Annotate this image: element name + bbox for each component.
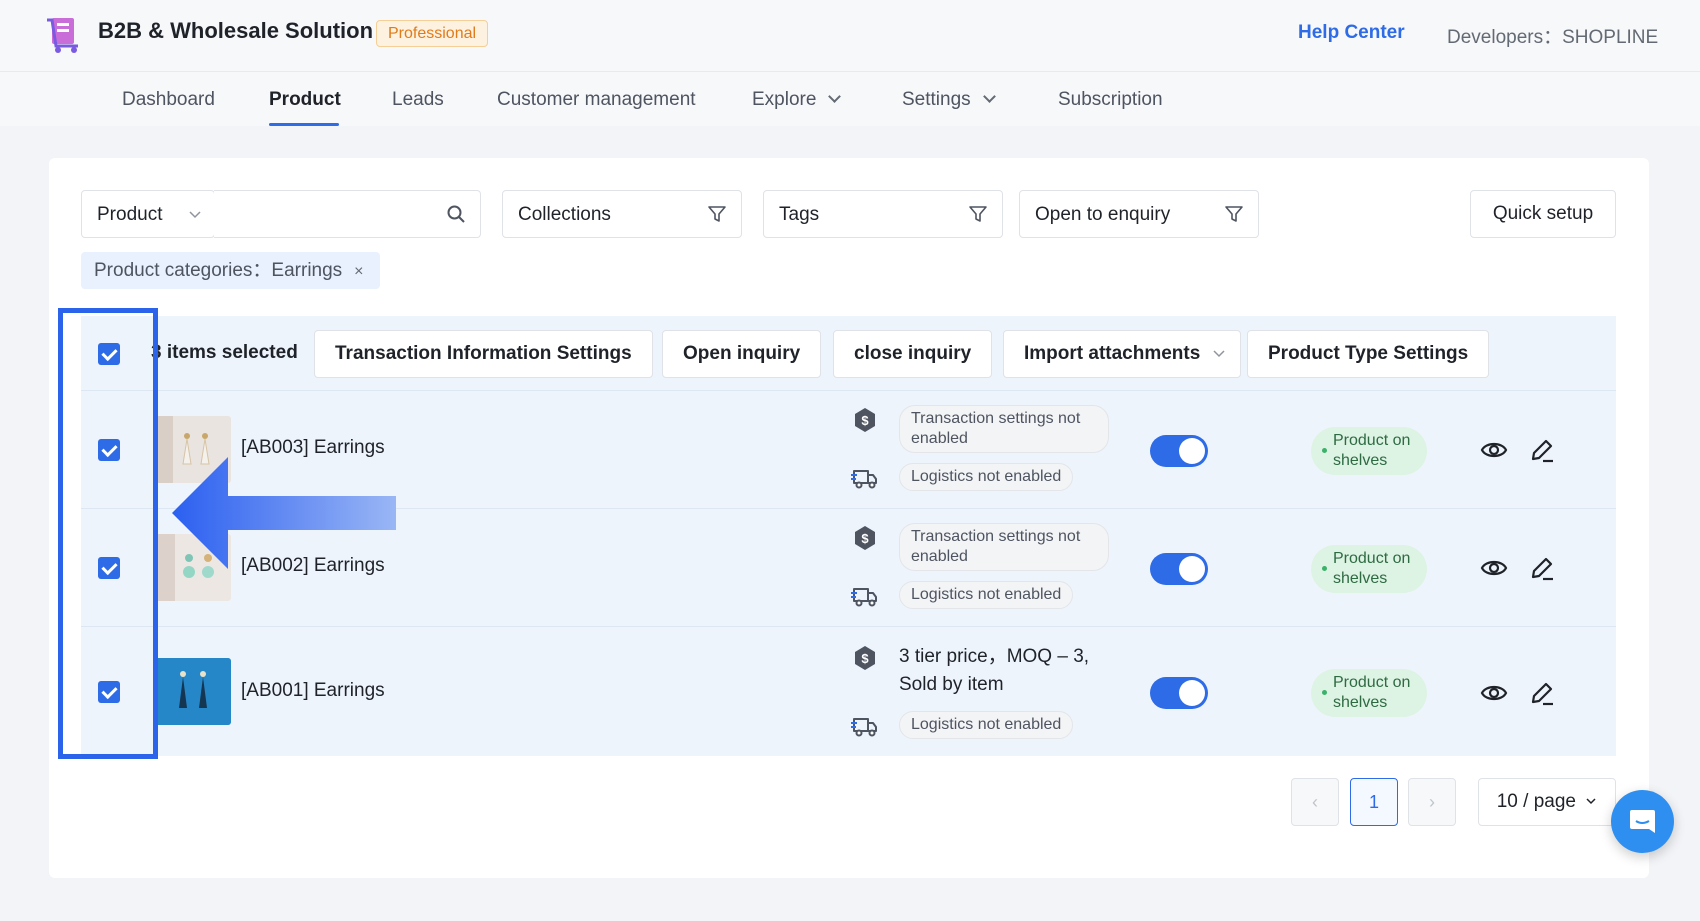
plan-badge: Professional (376, 20, 489, 47)
chat-support-button[interactable] (1611, 790, 1674, 853)
nav-subscription[interactable]: Subscription (1058, 89, 1163, 111)
eye-icon[interactable] (1480, 679, 1508, 707)
nav-product[interactable]: Product (269, 89, 341, 111)
nav-leads[interactable]: Leads (392, 89, 444, 111)
svg-text:$: $ (861, 413, 869, 428)
eye-icon[interactable] (1480, 436, 1508, 464)
transaction-info-settings-button[interactable]: Transaction Information Settings (314, 330, 653, 378)
chevron-down-icon (982, 90, 996, 103)
nav-dashboard[interactable]: Dashboard (122, 89, 215, 111)
nav-explore[interactable]: Explore (752, 89, 842, 111)
search-field[interactable] (214, 190, 481, 238)
inquiry-toggle[interactable] (1150, 435, 1208, 467)
nav-explore-label: Explore (752, 89, 817, 110)
transaction-info-line: 3 tier price，MOQ – 3, (899, 646, 1090, 667)
quick-setup-button[interactable]: Quick setup (1470, 190, 1616, 238)
collections-filter[interactable]: Collections (502, 190, 742, 238)
open-inquiry-button[interactable]: Open inquiry (662, 330, 822, 378)
import-attachments-label: Import attachments (1024, 343, 1201, 364)
next-page-button[interactable]: › (1408, 778, 1456, 826)
tags-filter[interactable]: Tags (763, 190, 1003, 238)
table-row: [AB001] Earrings $ 3 tier price，MOQ – 3,… (81, 627, 1616, 756)
chevron-down-icon (828, 90, 842, 103)
product-filter-select[interactable]: Product (81, 190, 215, 238)
filter-icon (969, 206, 987, 222)
prev-page-button[interactable]: ‹ (1291, 778, 1339, 826)
price-tag-icon: $ (855, 646, 875, 670)
svg-text:$: $ (861, 651, 869, 666)
product-type-settings-button[interactable]: Product Type Settings (1247, 330, 1490, 378)
tags-filter-label: Tags (779, 204, 820, 225)
filter-icon (708, 206, 726, 222)
status-badge: Product on shelves (1311, 669, 1427, 717)
inquiry-toggle[interactable] (1150, 553, 1208, 585)
transaction-info-line: Sold by item (899, 674, 1004, 695)
nav-settings[interactable]: Settings (902, 89, 996, 111)
page-size-select[interactable]: 10 / page (1478, 778, 1616, 826)
logistics-status-tag: Logistics not enabled (899, 711, 1074, 739)
app-logo-icon (47, 18, 78, 53)
active-filter-chip: Product categories：Earrings × (81, 252, 380, 289)
top-header: B2B & Wholesale Solution Professional He… (0, 0, 1700, 72)
bulk-action-bar: 3 items selected Transaction Information… (81, 316, 1616, 391)
status-badge: Product on shelves (1311, 427, 1427, 475)
transaction-status-tag: Transaction settings not enabled (899, 523, 1109, 571)
search-input[interactable] (214, 191, 434, 237)
chevron-down-icon (1586, 798, 1596, 805)
status-badge: Product on shelves (1311, 545, 1427, 593)
delivery-truck-icon (851, 470, 877, 489)
delivery-truck-icon (851, 718, 877, 737)
filter-icon (1225, 206, 1243, 222)
active-tab-indicator (269, 123, 339, 126)
edit-pencil-icon[interactable] (1528, 554, 1556, 582)
selection-highlight-box (58, 308, 158, 759)
product-filter-label: Product (97, 204, 163, 225)
open-to-enquiry-filter[interactable]: Open to enquiry (1019, 190, 1259, 238)
nav-customer-management[interactable]: Customer management (497, 89, 696, 111)
eye-icon[interactable] (1480, 554, 1508, 582)
collections-filter-label: Collections (518, 204, 611, 225)
inquiry-toggle[interactable] (1150, 677, 1208, 709)
chat-icon (1630, 810, 1655, 833)
developer-info: Developers：SHOPLINE (1447, 27, 1659, 48)
search-icon[interactable] (446, 204, 466, 224)
chevron-down-icon (1213, 350, 1225, 358)
svg-text:$: $ (861, 531, 869, 546)
close-inquiry-button[interactable]: close inquiry (833, 330, 993, 378)
chevron-down-icon (189, 211, 201, 219)
selected-count: 3 items selected (151, 342, 298, 363)
transaction-status-tag: Transaction settings not enabled (899, 405, 1109, 453)
pointer-arrow-icon (172, 457, 396, 569)
edit-pencil-icon[interactable] (1528, 436, 1556, 464)
edit-pencil-icon[interactable] (1528, 679, 1556, 707)
close-icon[interactable]: × (354, 263, 363, 280)
import-attachments-dropdown[interactable]: Import attachments (1003, 330, 1241, 378)
filter-chip-value: Earrings (271, 260, 343, 281)
nav-settings-label: Settings (902, 89, 971, 110)
main-nav: Dashboard Product Leads Customer managem… (0, 72, 1700, 126)
logistics-status-tag: Logistics not enabled (899, 463, 1074, 491)
page-size-label: 10 / page (1496, 791, 1576, 812)
open-to-enquiry-filter-label: Open to enquiry (1035, 204, 1171, 225)
logistics-status-tag: Logistics not enabled (899, 581, 1074, 609)
filter-chip-label: Product categories： (94, 260, 272, 281)
delivery-truck-icon (851, 588, 877, 607)
app-title: B2B & Wholesale Solution (98, 18, 374, 43)
price-tag-icon: $ (855, 526, 875, 550)
price-tag-icon: $ (855, 408, 875, 432)
page-1-button[interactable]: 1 (1350, 778, 1398, 826)
product-thumbnail (153, 658, 231, 725)
transaction-info: 3 tier price，MOQ – 3, Sold by item (899, 643, 1089, 699)
help-center-link[interactable]: Help Center (1298, 22, 1405, 44)
product-name[interactable]: [AB001] Earrings (241, 680, 385, 702)
